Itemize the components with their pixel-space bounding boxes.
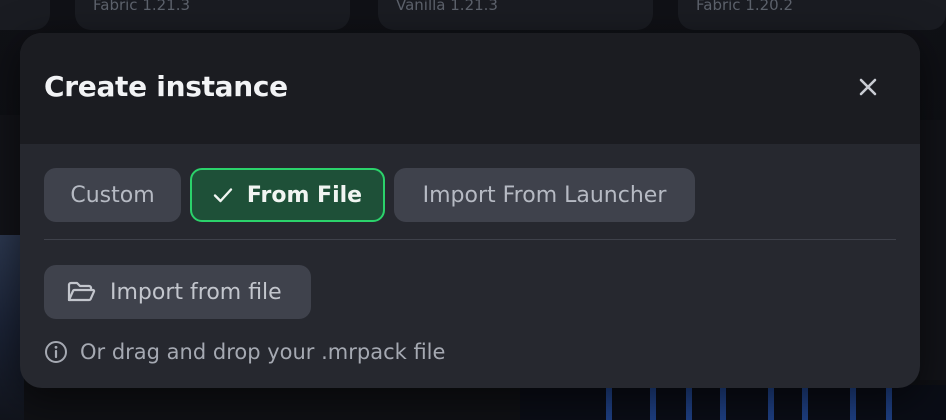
tab-custom[interactable]: Custom — [44, 168, 181, 222]
import-from-file-button[interactable]: Import from file — [44, 265, 311, 319]
folder-open-icon — [66, 280, 96, 304]
background-tile — [920, 120, 946, 380]
drag-drop-hint-text: Or drag and drop your .mrpack file — [80, 340, 446, 364]
background-card-label: Vanilla 1.21.3 — [396, 0, 498, 14]
tab-import-from-launcher[interactable]: Import From Launcher — [394, 168, 695, 222]
background-card-label: Fabric 1.20.2 — [696, 0, 794, 14]
background-instance-card: Vanilla 1.21.3 — [378, 0, 653, 30]
tab-import-from-launcher-label: Import From Launcher — [422, 182, 667, 208]
drag-drop-hint: Or drag and drop your .mrpack file — [44, 337, 445, 367]
tab-from-file-label: From File — [246, 182, 363, 208]
modal-title: Create instance — [44, 70, 288, 103]
check-icon — [213, 187, 233, 203]
create-instance-modal: Create instance Custom From File Import … — [20, 33, 920, 388]
background-instance-card: Fabric 1.21.3 — [75, 0, 350, 30]
close-button[interactable] — [851, 70, 885, 104]
tab-from-file[interactable]: From File — [190, 168, 385, 222]
close-icon — [859, 78, 877, 96]
divider — [44, 239, 896, 240]
background-image — [520, 385, 946, 420]
import-from-file-label: Import from file — [110, 279, 282, 305]
tab-custom-label: Custom — [70, 182, 155, 208]
background-instance-card — [0, 0, 50, 30]
background-instance-card: Fabric 1.20.2 — [678, 0, 946, 30]
background-card-label: Fabric 1.21.3 — [93, 0, 191, 14]
info-icon — [44, 340, 68, 364]
modal-header: Create instance — [20, 33, 920, 144]
